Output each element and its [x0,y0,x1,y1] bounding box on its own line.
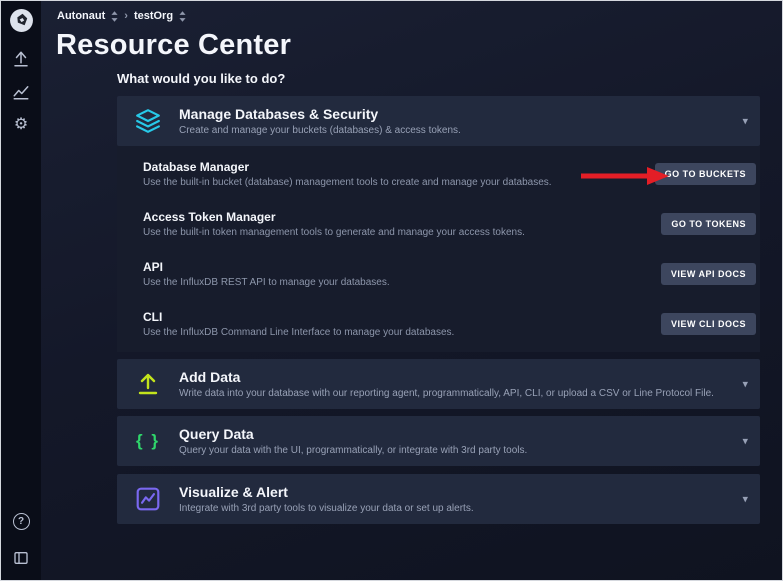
chevron-updown-icon[interactable] [179,11,186,22]
panel-title: Visualize & Alert [179,484,730,500]
resource-center-content: What would you like to do? Manage Databa… [117,71,760,524]
go-to-buckets-button[interactable]: GO TO BUCKETS [655,163,756,185]
sidebar-expand-icon[interactable] [11,548,31,568]
line-chart-icon [117,486,179,512]
chevron-down-icon[interactable]: ▾ [742,378,748,391]
view-api-docs-button[interactable]: VIEW API DOCS [661,263,756,285]
item-description: Use the built-in bucket (database) manag… [143,177,635,188]
upload-data-icon[interactable] [11,49,31,69]
item-title: Database Manager [143,160,635,174]
panel-items: Database Manager Use the built-in bucket… [117,146,760,352]
item-description: Use the InfluxDB REST API to manage your… [143,277,641,288]
item-access-token-manager: Access Token Manager Use the built-in to… [117,199,760,249]
sidebar-bottom: ? [11,513,31,568]
panel-description: Integrate with 3rd party tools to visual… [179,503,730,514]
item-description: Use the built-in token management tools … [143,227,641,238]
panel-manage-databases: Manage Databases & Security Create and m… [117,96,760,352]
item-cli: CLI Use the InfluxDB Command Line Interf… [117,299,760,349]
view-cli-docs-button[interactable]: VIEW CLI DOCS [661,313,756,335]
panel-title: Add Data [179,369,730,385]
chevron-down-icon[interactable]: ▾ [742,115,748,128]
item-description: Use the InfluxDB Command Line Interface … [143,327,641,338]
breadcrumb-org[interactable]: Autonaut [57,10,105,22]
breadcrumb: Autonaut › testOrg [41,1,782,27]
chevron-down-icon[interactable]: ▾ [742,435,748,448]
item-title: API [143,260,641,274]
go-to-tokens-button[interactable]: GO TO TOKENS [661,213,756,235]
item-database-manager: Database Manager Use the built-in bucket… [117,149,760,199]
influxdb-logo[interactable] [9,8,34,33]
panel-header-visualize-alert[interactable]: Visualize & Alert Integrate with 3rd par… [117,474,760,524]
help-icon[interactable]: ? [13,513,30,530]
item-title: Access Token Manager [143,210,641,224]
item-api: API Use the InfluxDB REST API to manage … [117,249,760,299]
item-title: CLI [143,310,641,324]
help-glyph: ? [18,516,24,527]
page-title: Resource Center [56,29,782,62]
chevron-down-icon[interactable]: ▾ [742,493,748,506]
panel-description: Create and manage your buckets (database… [179,125,730,136]
chevron-updown-icon[interactable] [111,11,118,22]
settings-gear-icon[interactable]: ⚙ [11,115,31,135]
curly-braces-icon: { } [117,431,179,451]
breadcrumb-separator-icon: › [124,10,128,22]
page-subtitle: What would you like to do? [117,71,760,86]
breadcrumb-project[interactable]: testOrg [134,10,173,22]
layers-icon [117,108,179,134]
panel-header-manage-databases[interactable]: Manage Databases & Security Create and m… [117,96,760,146]
panel-title: Query Data [179,426,730,442]
panel-description: Query your data with the UI, programmati… [179,445,730,456]
upload-icon [117,372,179,396]
sidebar-nav: ⚙ [11,49,31,135]
panel-description: Write data into your database with our r… [179,388,730,399]
panel-title: Manage Databases & Security [179,106,730,122]
main-area: Autonaut › testOrg Resource Center What … [41,1,782,580]
panel-header-add-data[interactable]: Add Data Write data into your database w… [117,359,760,409]
sidebar: ⚙ ? [1,1,41,580]
data-explorer-graph-icon[interactable] [11,82,31,102]
panel-header-query-data[interactable]: { } Query Data Query your data with the … [117,416,760,466]
